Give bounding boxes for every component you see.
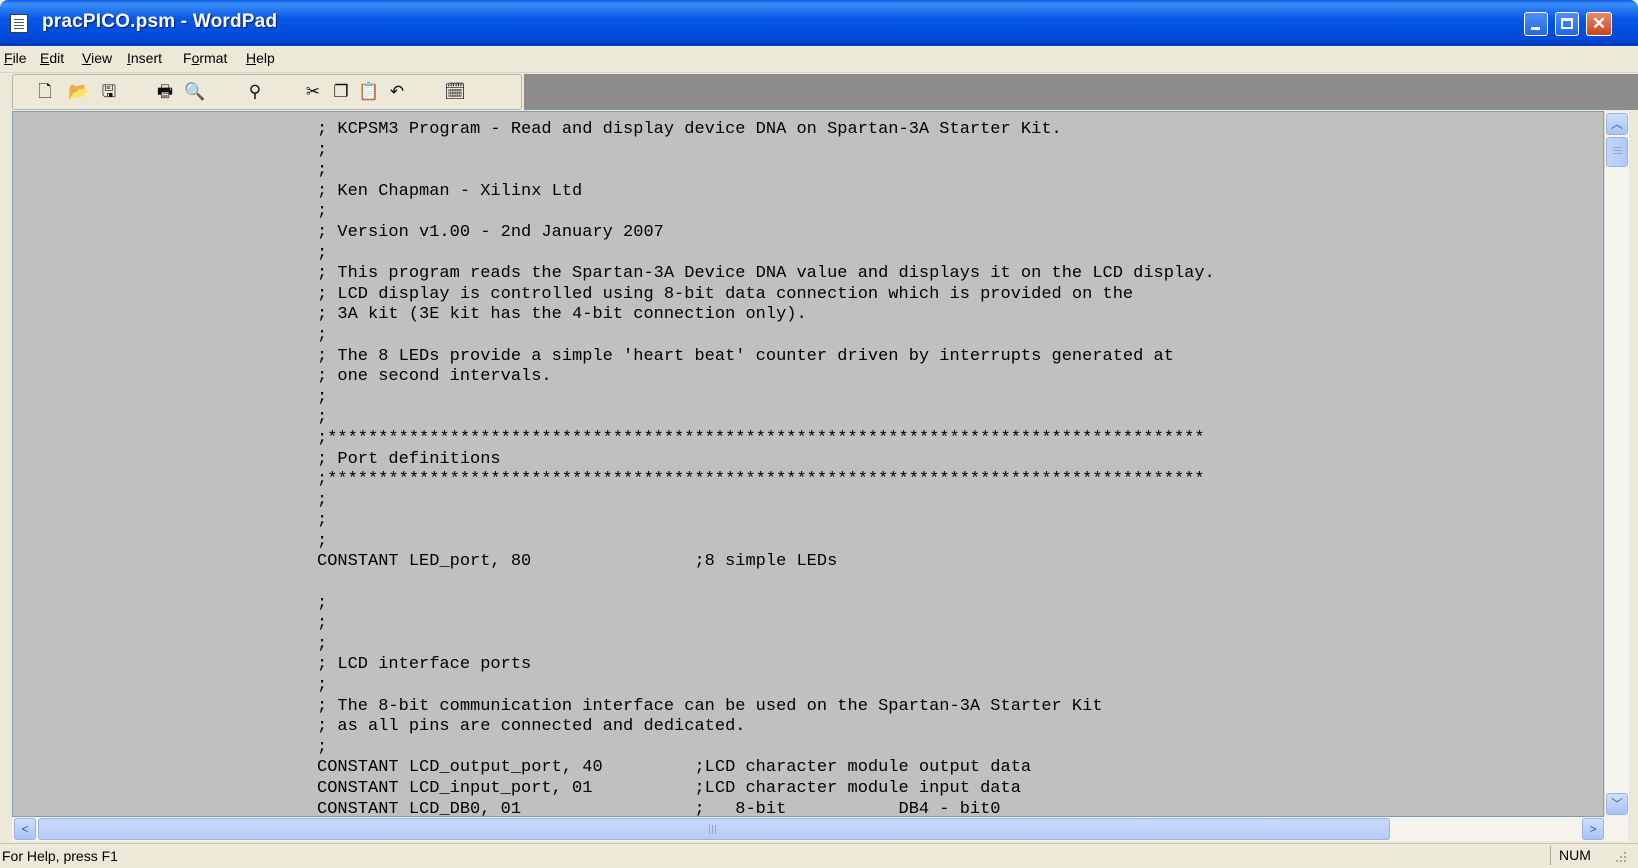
- toolbar-empty-area: [524, 74, 1638, 110]
- print-preview-icon[interactable]: 🔍: [183, 80, 207, 104]
- document-line[interactable]: ;: [317, 676, 1577, 697]
- document-line[interactable]: ; Ken Chapman - Xilinx Ltd: [317, 182, 1577, 203]
- document-line[interactable]: ;***************************************…: [317, 429, 1577, 450]
- vertical-scrollbar[interactable]: ︿ ﹀: [1604, 111, 1629, 817]
- print-icon[interactable]: 🖶: [153, 80, 177, 104]
- scroll-left-button[interactable]: <: [14, 818, 36, 840]
- document-line[interactable]: ;: [317, 244, 1577, 265]
- document-line[interactable]: ; The 8-bit communication interface can …: [317, 697, 1577, 718]
- wordpad-window: pracPICO.psm - WordPad ✕ File Edit View …: [0, 0, 1638, 868]
- save-icon[interactable]: 🖫: [97, 80, 121, 104]
- date-time-icon[interactable]: 🗓: [443, 80, 467, 104]
- document-line[interactable]: ;: [317, 202, 1577, 223]
- maximize-button[interactable]: [1555, 12, 1579, 36]
- document-line[interactable]: CONSTANT LCD_input_port, 01 ;LCD charact…: [317, 779, 1577, 800]
- document-line[interactable]: ; The 8 LEDs provide a simple 'heart bea…: [317, 347, 1577, 368]
- horizontal-scroll-thumb[interactable]: [38, 818, 1390, 840]
- resize-grip[interactable]: [1614, 850, 1628, 864]
- document-line[interactable]: ;: [317, 635, 1577, 656]
- menu-insert[interactable]: Insert: [127, 50, 162, 66]
- menu-help[interactable]: Help: [246, 50, 275, 66]
- scroll-right-button[interactable]: >: [1582, 818, 1604, 840]
- wordpad-app-icon[interactable]: [10, 14, 28, 33]
- menu-file[interactable]: File: [4, 50, 27, 66]
- document-line[interactable]: ;: [317, 532, 1577, 553]
- menu-view[interactable]: View: [82, 50, 112, 66]
- chevron-right-icon: >: [1589, 822, 1597, 836]
- status-help-text: For Help, press F1: [2, 848, 118, 864]
- find-icon[interactable]: ⚲: [243, 80, 267, 104]
- document-line[interactable]: ;***************************************…: [317, 470, 1577, 491]
- new-icon[interactable]: 🗋: [33, 80, 57, 104]
- document-line[interactable]: CONSTANT LCD_output_port, 40 ;LCD charac…: [317, 758, 1577, 779]
- minimize-button[interactable]: [1524, 12, 1548, 36]
- document-line[interactable]: [317, 573, 1577, 594]
- document-line[interactable]: ; Port definitions: [317, 450, 1577, 471]
- document-line[interactable]: ;: [317, 594, 1577, 615]
- copy-icon[interactable]: ❐: [329, 80, 353, 104]
- undo-icon[interactable]: ↶: [385, 80, 409, 104]
- horizontal-scrollbar[interactable]: < >: [12, 817, 1628, 841]
- document-line[interactable]: ; KCPSM3 Program - Read and display devi…: [317, 120, 1577, 141]
- standard-toolbar: 🗋 📂 🖫 🖶 🔍 ⚲ ✂ ❐ 📋 ↶ 🗓: [12, 74, 522, 110]
- document-line[interactable]: ;: [317, 141, 1577, 162]
- document-line[interactable]: ; This program reads the Spartan-3A Devi…: [317, 264, 1577, 285]
- document-line[interactable]: ; LCD display is controlled using 8-bit …: [317, 285, 1577, 306]
- document-line[interactable]: ;: [317, 511, 1577, 532]
- document-area[interactable]: ; KCPSM3 Program - Read and display devi…: [12, 111, 1604, 817]
- paste-icon[interactable]: 📋: [357, 80, 381, 104]
- menu-edit[interactable]: Edit: [40, 50, 64, 66]
- document-line[interactable]: ;: [317, 491, 1577, 512]
- document-line[interactable]: ;: [317, 326, 1577, 347]
- window-title: pracPICO.psm - WordPad: [42, 11, 278, 32]
- cut-icon[interactable]: ✂: [301, 80, 325, 104]
- chevron-up-icon: ︿: [1610, 117, 1623, 131]
- close-button[interactable]: ✕: [1586, 12, 1612, 36]
- close-icon: ✕: [1591, 14, 1607, 33]
- document-line[interactable]: ; Version v1.00 - 2nd January 2007: [317, 223, 1577, 244]
- document-line[interactable]: ;: [317, 738, 1577, 759]
- menu-bar: File Edit View Insert Format Help: [0, 46, 1638, 73]
- minimize-icon: [1531, 27, 1540, 30]
- document-line[interactable]: ; LCD interface ports: [317, 655, 1577, 676]
- document-line[interactable]: ;: [317, 614, 1577, 635]
- menu-format[interactable]: Format: [183, 50, 227, 66]
- open-icon[interactable]: 📂: [67, 80, 91, 104]
- vertical-scroll-thumb[interactable]: [1606, 137, 1628, 167]
- document-line[interactable]: CONSTANT LCD_DB0, 01 ; 8-bit DB4 - bit0: [317, 800, 1577, 816]
- scroll-down-button[interactable]: ﹀: [1606, 793, 1628, 815]
- num-lock-indicator: NUM: [1550, 846, 1598, 865]
- chevron-left-icon: <: [21, 822, 29, 836]
- chevron-down-icon: ﹀: [1610, 797, 1623, 811]
- document-line[interactable]: ;: [317, 408, 1577, 429]
- document-line[interactable]: ;: [317, 388, 1577, 409]
- document-line[interactable]: ; 3A kit (3E kit has the 4-bit connectio…: [317, 305, 1577, 326]
- document-line[interactable]: ; one second intervals.: [317, 367, 1577, 388]
- status-bar: For Help, press F1 NUM: [0, 843, 1638, 868]
- document-text[interactable]: ; KCPSM3 Program - Read and display devi…: [317, 120, 1577, 816]
- maximize-icon: [1561, 18, 1573, 29]
- title-bar[interactable]: pracPICO.psm - WordPad ✕: [0, 0, 1638, 46]
- document-line[interactable]: ; as all pins are connected and dedicate…: [317, 717, 1577, 738]
- document-line[interactable]: ;: [317, 161, 1577, 182]
- scroll-up-button[interactable]: ︿: [1606, 113, 1628, 135]
- document-line[interactable]: CONSTANT LED_port, 80 ;8 simple LEDs: [317, 552, 1577, 573]
